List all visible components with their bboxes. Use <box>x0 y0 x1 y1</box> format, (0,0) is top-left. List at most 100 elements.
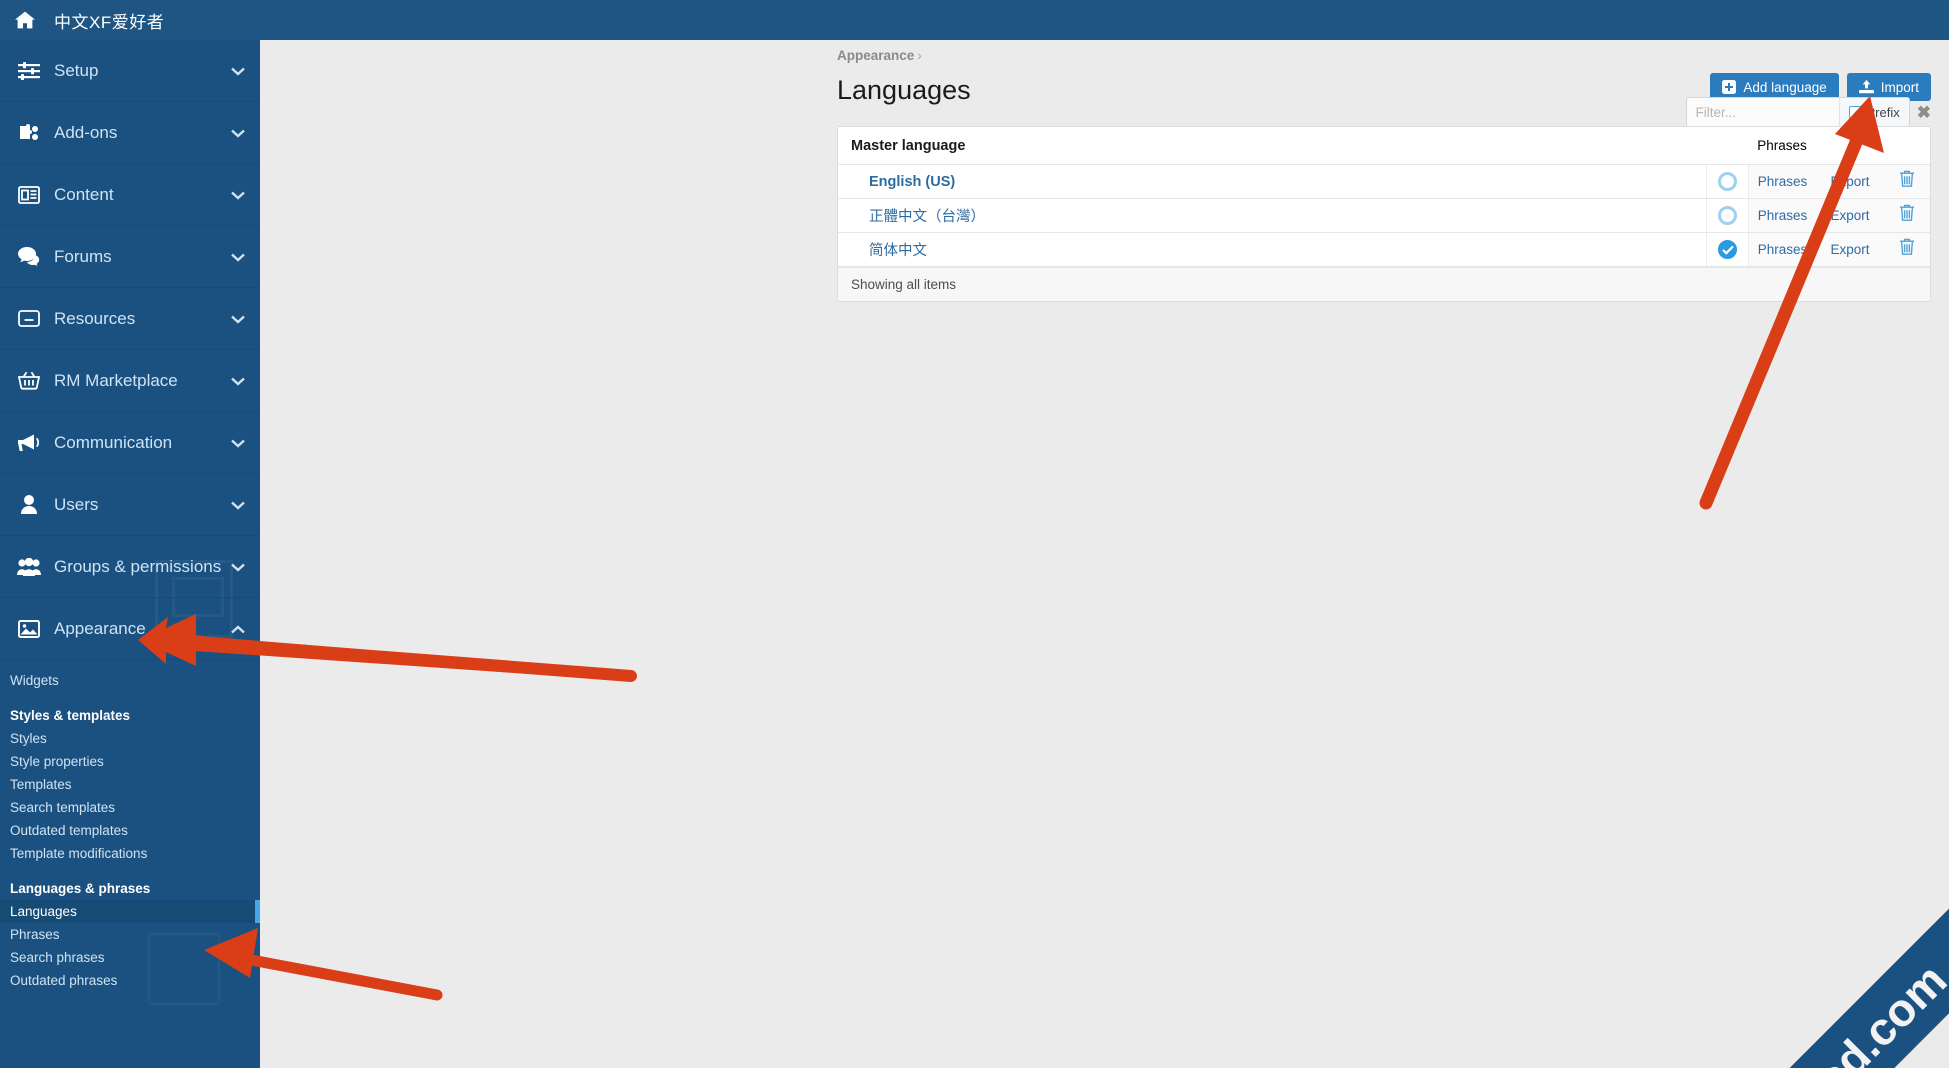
language-name-cell: 简体中文 <box>838 233 1706 266</box>
sidebar: Setup Add-ons Content Forums Resources R… <box>0 40 260 1068</box>
main-content: Appearance › Languages Add language Impo… <box>260 40 1949 1068</box>
breadcrumb-item-appearance[interactable]: Appearance <box>837 48 914 63</box>
comments-icon <box>16 246 42 268</box>
close-icon[interactable]: ✖ <box>1917 104 1931 121</box>
sidebar-subitem-languages[interactable]: Languages <box>0 900 260 923</box>
table-row: 简体中文 Phrases Export <box>838 233 1930 267</box>
chevron-down-icon <box>230 64 246 78</box>
export-link[interactable]: Export <box>1830 242 1869 257</box>
prefix-checkbox-wrapper[interactable]: Prefix <box>1838 98 1909 126</box>
chevron-down-icon <box>230 560 246 574</box>
sidebar-item-label: Forums <box>54 246 112 266</box>
radio-off-icon[interactable] <box>1718 206 1737 225</box>
sidebar-subitem-search-templates[interactable]: Search templates <box>0 796 260 819</box>
sidebar-subitem-styles[interactable]: Styles <box>0 727 260 750</box>
delete-cell[interactable] <box>1884 233 1930 266</box>
trash-icon[interactable] <box>1899 204 1915 227</box>
phrases-cell: Phrases <box>1748 199 1816 232</box>
sidebar-item-label: Users <box>54 494 99 514</box>
sidebar-item-communication[interactable]: Communication <box>0 412 260 474</box>
table-row: 正體中文（台灣） Phrases Export <box>838 199 1930 233</box>
sidebar-subitem-search-phrases[interactable]: Search phrases <box>0 946 260 969</box>
sidebar-subitem-widgets[interactable]: Widgets <box>0 669 260 692</box>
radio-on-icon[interactable] <box>1718 240 1737 259</box>
export-link[interactable]: Export <box>1830 174 1869 189</box>
phrases-link[interactable]: Phrases <box>1758 242 1808 257</box>
sidebar-subitem-style-properties[interactable]: Style properties <box>0 750 260 773</box>
puzzle-icon <box>16 122 42 144</box>
home-icon[interactable] <box>14 9 36 31</box>
content-column: Appearance › Languages Add language Impo… <box>837 40 1949 302</box>
sidebar-item-forums[interactable]: Forums <box>0 226 260 288</box>
sliders-icon <box>16 60 42 82</box>
chevron-down-icon <box>230 312 246 326</box>
language-link[interactable]: 正體中文（台灣） <box>851 205 985 226</box>
delete-cell[interactable] <box>1884 199 1930 232</box>
plus-square-icon <box>1722 80 1737 94</box>
radio-off-icon[interactable] <box>1718 172 1737 191</box>
language-link[interactable]: 简体中文 <box>851 239 927 260</box>
table-header-export-col <box>1816 127 1884 164</box>
upload-icon <box>1858 80 1874 94</box>
delete-cell[interactable] <box>1884 165 1930 198</box>
chevron-down-icon <box>230 374 246 388</box>
sidebar-item-appearance[interactable]: Appearance <box>0 598 260 660</box>
sidebar-subitem-template-modifications[interactable]: Template modifications <box>0 842 260 865</box>
sidebar-subitem-outdated-phrases[interactable]: Outdated phrases <box>0 969 260 992</box>
image-icon <box>16 618 42 640</box>
sidebar-item-groups-permissions[interactable]: Groups & permissions <box>0 536 260 598</box>
table-header-phrases-col: Phrases <box>1748 127 1816 164</box>
chevron-up-icon <box>230 622 246 636</box>
language-link[interactable]: English (US) <box>851 174 955 190</box>
language-enabled-toggle[interactable] <box>1706 199 1748 232</box>
filter-box: Prefix <box>1685 97 1910 127</box>
language-name-cell: 正體中文（台灣） <box>838 199 1706 232</box>
sidebar-subitem-phrases[interactable]: Phrases <box>0 923 260 946</box>
prefix-label: Prefix <box>1866 104 1900 120</box>
user-icon <box>16 494 42 516</box>
sidebar-subheading-languages-phrases: Languages & phrases <box>10 881 151 896</box>
phrases-cell: Phrases <box>1748 165 1816 198</box>
newspaper-icon <box>16 184 42 206</box>
prefix-checkbox[interactable] <box>1848 105 1862 119</box>
export-link[interactable]: Export <box>1830 208 1869 223</box>
chevron-down-icon <box>230 498 246 512</box>
trash-icon[interactable] <box>1899 170 1915 193</box>
sidebar-subitem-outdated-templates[interactable]: Outdated templates <box>0 819 260 842</box>
sidebar-item-label: Resources <box>54 308 136 328</box>
languages-table: Master language Phrases English (US) Phr… <box>837 126 1931 302</box>
trash-icon[interactable] <box>1899 238 1915 261</box>
export-cell: Export <box>1816 199 1884 232</box>
appearance-submenu: Widgets Styles & templates Styles Style … <box>0 660 260 998</box>
sidebar-item-content[interactable]: Content <box>0 164 260 226</box>
export-cell: Export <box>1816 165 1884 198</box>
phrases-link[interactable]: Phrases <box>1758 174 1808 189</box>
phrases-link[interactable]: Phrases <box>1758 208 1808 223</box>
chevron-down-icon <box>230 250 246 264</box>
archive-icon <box>16 308 42 330</box>
sidebar-item-label: Content <box>54 184 114 204</box>
language-enabled-toggle[interactable] <box>1706 165 1748 198</box>
filter-input[interactable] <box>1686 98 1839 126</box>
chevron-down-icon <box>230 188 246 202</box>
users-icon <box>16 556 42 578</box>
sidebar-subitem-templates[interactable]: Templates <box>0 773 260 796</box>
sidebar-item-users[interactable]: Users <box>0 474 260 536</box>
sidebar-item-label: RM Marketplace <box>54 370 178 390</box>
app-root: 中文XF爱好者 Setup Add-ons Content Forums Res… <box>0 0 1949 1068</box>
sidebar-item-add-ons[interactable]: Add-ons <box>0 102 260 164</box>
table-header-delete-col <box>1884 127 1930 164</box>
sidebar-item-setup[interactable]: Setup <box>0 40 260 102</box>
sidebar-item-label: Communication <box>54 432 173 452</box>
add-language-label: Add language <box>1743 79 1827 95</box>
chevron-down-icon <box>230 436 246 450</box>
language-enabled-toggle[interactable] <box>1706 233 1748 266</box>
import-label: Import <box>1880 79 1919 95</box>
table-header-toggle-col <box>1706 127 1748 164</box>
language-name-cell: English (US) <box>838 165 1706 198</box>
sidebar-item-rm-marketplace[interactable]: RM Marketplace <box>0 350 260 412</box>
basket-icon <box>16 370 42 392</box>
sidebar-item-resources[interactable]: Resources <box>0 288 260 350</box>
table-header-row: Master language Phrases <box>838 127 1930 165</box>
phrases-cell: Phrases <box>1748 233 1816 266</box>
